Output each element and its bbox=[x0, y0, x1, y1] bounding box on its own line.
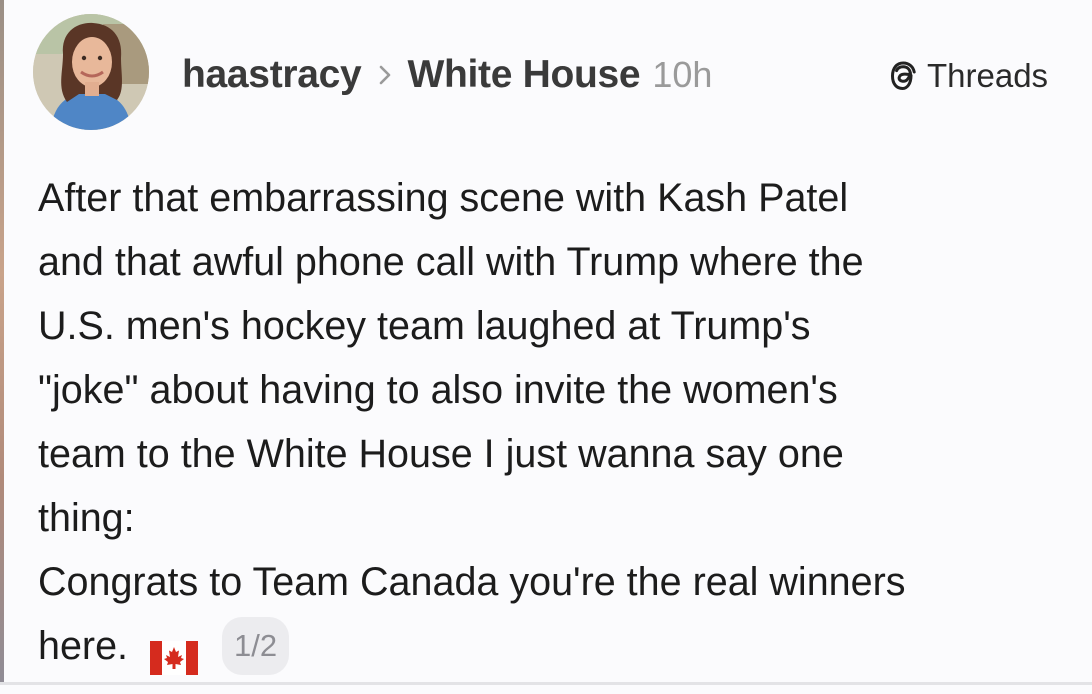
community-name[interactable]: White House bbox=[407, 53, 640, 97]
threads-logo-icon bbox=[886, 58, 920, 94]
post-text-line: U.S. men's hockey team laughed at Trump'… bbox=[38, 304, 811, 348]
avatar[interactable] bbox=[33, 14, 149, 130]
post-timestamp: 10h bbox=[652, 54, 713, 95]
post-body: After that embarrassing scene with Kash … bbox=[38, 166, 1078, 678]
post-text-line: Congrats to Team Canada you're the real … bbox=[38, 560, 906, 604]
post-text-line: and that awful phone call with Trump whe… bbox=[38, 240, 864, 284]
author-username[interactable]: haastracy bbox=[182, 53, 362, 97]
post-text-line: thing: bbox=[38, 496, 135, 540]
threads-brand: Threads bbox=[886, 54, 1048, 98]
threads-post: haastracy White House 10h Threads After … bbox=[0, 0, 1092, 685]
post-last-line: here. 1/2 bbox=[38, 614, 1078, 678]
post-text-line: After that embarrassing scene with Kash … bbox=[38, 176, 849, 220]
post-text-line: "joke" about having to also invite the w… bbox=[38, 368, 838, 412]
post-header: haastracy White House 10h bbox=[182, 50, 712, 100]
post-text-line: team to the White House I just wanna say… bbox=[38, 432, 844, 476]
chevron-right-icon bbox=[377, 64, 393, 86]
canada-flag-icon bbox=[150, 630, 199, 675]
page-indicator-badge[interactable]: 1/2 bbox=[222, 617, 290, 675]
brand-name: Threads bbox=[927, 57, 1049, 94]
post-text-line: here. bbox=[38, 624, 129, 668]
